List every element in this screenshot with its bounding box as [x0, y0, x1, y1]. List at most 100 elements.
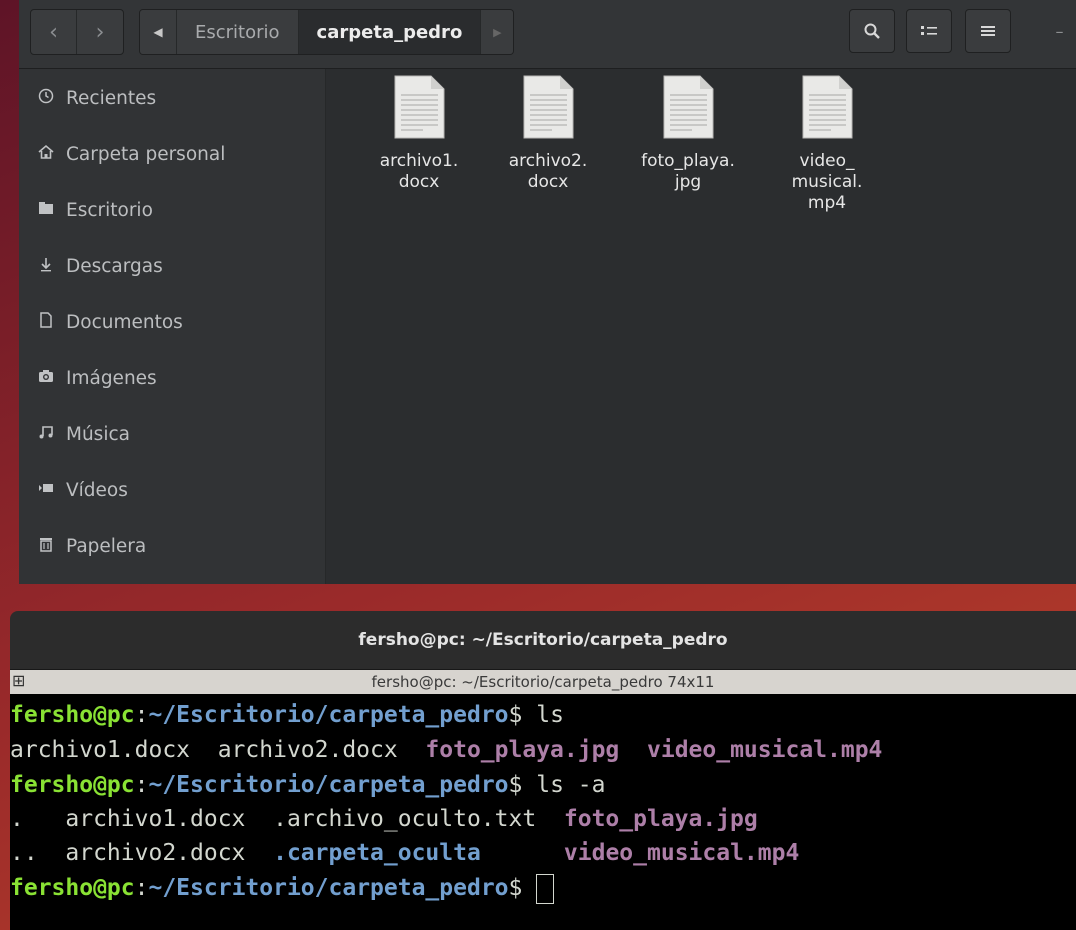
terminal-line: . archivo1.docx .archivo_oculto.txt foto…: [10, 801, 758, 837]
command-text: ls: [536, 702, 564, 728]
terminal-line: fersho@pc:~/Escritorio/carpeta_pedro$ ls…: [10, 767, 605, 803]
triangle-left-icon: ◀: [153, 25, 163, 39]
prompt-path: ~/Escritorio/carpeta_pedro: [148, 875, 509, 901]
sidebar-item-videos[interactable]: Vídeos: [19, 462, 325, 518]
breadcrumb-escritorio[interactable]: Escritorio: [177, 10, 299, 54]
terminal-cursor: [536, 873, 555, 904]
sidebar-item-documentos[interactable]: Documentos: [19, 294, 325, 350]
prompt-sep: :: [134, 772, 149, 798]
sidebar-item-label: Música: [66, 423, 130, 445]
terminal-line: archivo1.docx archivo2.docx foto_playa.j…: [10, 732, 882, 768]
prompt-user: fersho@pc: [10, 702, 135, 728]
prompt-symbol: $: [508, 772, 537, 798]
home-icon: [38, 144, 54, 164]
back-button[interactable]: ‹: [31, 10, 77, 54]
terminal-subtitle: fersho@pc: ~/Escritorio/carpeta_pedro 74…: [371, 673, 715, 691]
breadcrumb: ◀ Escritorio carpeta_pedro ▶: [139, 9, 515, 55]
output-media-file: foto_playa.jpg: [563, 806, 758, 832]
document-icon: [38, 312, 54, 332]
output-directory: .carpeta_oculta: [273, 840, 481, 866]
terminal-line: fersho@pc:~/Escritorio/carpeta_pedro$ ls: [10, 697, 564, 733]
file-name: video_ musical. mp4: [791, 151, 863, 213]
chevron-right-icon: ›: [95, 19, 105, 45]
terminal-title: fersho@pc: ~/Escritorio/carpeta_pedro: [358, 630, 728, 650]
prompt-sep: :: [134, 702, 149, 728]
sidebar-item-label: Papelera: [66, 535, 147, 557]
sidebar-item-musica[interactable]: Música: [19, 406, 325, 462]
list-view-icon: [921, 26, 937, 35]
sidebar-item-label: Carpeta personal: [66, 143, 226, 165]
file-item-archivo2[interactable]: archivo2. docx: [483, 75, 613, 193]
sidebar-item-imagenes[interactable]: Imágenes: [19, 350, 325, 406]
output-text: archivo1.docx archivo2.docx: [10, 737, 426, 763]
file-item-foto-playa[interactable]: foto_playa. jpg: [623, 75, 753, 193]
trash-icon: [38, 536, 54, 556]
sidebar-item-label: Recientes: [66, 87, 157, 109]
file-item-archivo1[interactable]: archivo1. docx: [354, 75, 484, 193]
prompt-user: fersho@pc: [10, 772, 135, 798]
file-item-video-musical[interactable]: video_ musical. mp4: [762, 75, 892, 214]
breadcrumb-carpeta-pedro[interactable]: carpeta_pedro: [298, 10, 482, 54]
file-name: archivo2. docx: [508, 151, 588, 192]
sidebar-item-label: Vídeos: [66, 479, 128, 501]
prompt-path: ~/Escritorio/carpeta_pedro: [148, 772, 509, 798]
terminal-subtitle-bar: ⊞ fersho@pc: ~/Escritorio/carpeta_pedro …: [10, 670, 1076, 694]
prompt-sep: :: [134, 875, 149, 901]
command-text: ls -a: [536, 772, 606, 798]
sidebar: Recientes Carpeta personal Escritorio De…: [19, 69, 326, 584]
output-text: . archivo1.docx .archivo_oculto.txt: [10, 806, 564, 832]
folder-icon: [38, 200, 54, 220]
terminal-output[interactable]: fersho@pc:~/Escritorio/carpeta_pedro$ ls…: [10, 694, 1076, 930]
view-options-button[interactable]: [906, 9, 952, 53]
output-media-file: foto_playa.jpg: [425, 737, 620, 763]
sidebar-item-descargas[interactable]: Descargas: [19, 238, 325, 294]
sidebar-item-escritorio[interactable]: Escritorio: [19, 182, 325, 238]
output-media-file: video_musical.mp4: [647, 737, 883, 763]
prompt-user: fersho@pc: [10, 875, 135, 901]
music-icon: [38, 424, 54, 444]
forward-button[interactable]: ›: [77, 10, 123, 54]
terminal-menu-icon[interactable]: ⊞: [12, 672, 30, 690]
prompt-symbol: $: [508, 875, 537, 901]
search-button[interactable]: [849, 9, 895, 53]
hamburger-icon: [981, 26, 995, 36]
terminal-title-bar[interactable]: fersho@pc: ~/Escritorio/carpeta_pedro: [10, 611, 1076, 670]
breadcrumb-previous-button[interactable]: ◀: [140, 10, 177, 54]
sidebar-item-carpeta-personal[interactable]: Carpeta personal: [19, 126, 325, 182]
output-media-file: video_musical.mp4: [563, 840, 800, 866]
file-view: archivo1. docx archivo2. docx foto_playa…: [326, 69, 1076, 584]
output-text: .. archivo2.docx: [10, 840, 274, 866]
prompt-path: ~/Escritorio/carpeta_pedro: [148, 702, 509, 728]
text-document-icon: [393, 75, 445, 139]
sidebar-item-recientes[interactable]: Recientes: [19, 70, 325, 126]
header-bar: ‹ › ◀ Escritorio carpeta_pedro ▶ –: [19, 0, 1076, 69]
download-icon: [38, 256, 54, 276]
minimize-button[interactable]: –: [1043, 9, 1076, 53]
chevron-left-icon: ‹: [49, 19, 58, 45]
prompt-symbol: $: [508, 702, 537, 728]
sidebar-item-papelera[interactable]: Papelera: [19, 518, 325, 574]
camera-icon: [38, 368, 54, 388]
minimize-icon: –: [1055, 21, 1064, 41]
text-document-icon: [801, 75, 853, 139]
terminal-line: fersho@pc:~/Escritorio/carpeta_pedro$: [10, 870, 555, 906]
file-manager-window: ‹ › ◀ Escritorio carpeta_pedro ▶ – Recie…: [19, 0, 1076, 584]
file-name: foto_playa. jpg: [641, 151, 735, 192]
sidebar-item-label: Imágenes: [66, 367, 157, 389]
breadcrumb-next-button[interactable]: ▶: [481, 10, 514, 54]
history-nav: ‹ ›: [30, 9, 124, 55]
sidebar-item-label: Descargas: [66, 255, 163, 277]
file-name: archivo1. docx: [379, 151, 459, 192]
triangle-right-icon: ▶: [493, 25, 502, 39]
clock-icon: [38, 88, 54, 108]
terminal-line: .. archivo2.docx .carpeta_oculta video_m…: [10, 835, 799, 871]
search-icon: [864, 23, 880, 39]
menu-button[interactable]: [965, 9, 1011, 53]
sidebar-item-label: Escritorio: [66, 199, 153, 221]
text-document-icon: [522, 75, 574, 139]
sidebar-item-label: Documentos: [66, 311, 183, 333]
video-icon: [38, 480, 54, 500]
text-document-icon: [662, 75, 714, 139]
